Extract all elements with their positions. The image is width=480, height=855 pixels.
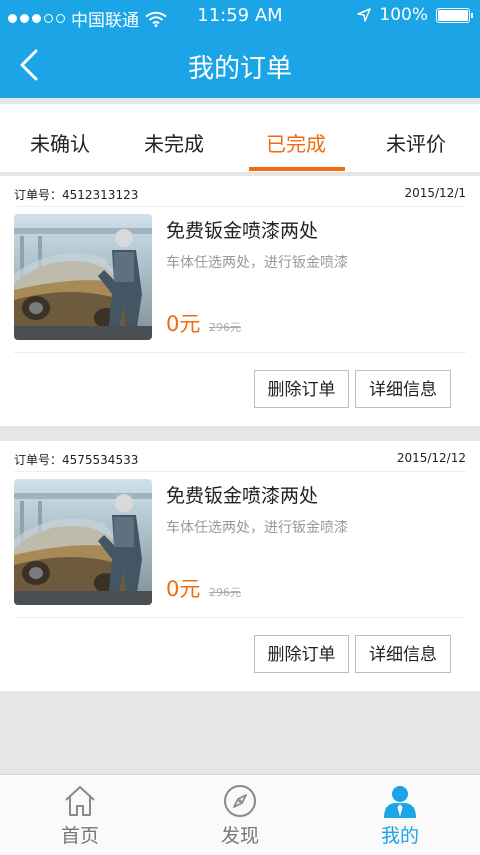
top-bar: 中国联通 11:59 AM 100% 我的订单 [0,0,480,98]
order-header: 订单号：4512313123 2015/12/1 [14,182,466,207]
car-painting-image [14,214,152,340]
order-price: 0元 [166,577,201,601]
battery-icon [436,7,473,23]
nav-bar: 我的订单 [0,36,480,96]
bottom-tab-bar: 首页 发现 我的 [0,774,480,855]
product-thumbnail[interactable] [14,214,152,340]
tab-unreviewed[interactable]: 未评价 [356,128,476,157]
order-number: 订单号：4512313123 [14,188,139,202]
order-status-tabs: 未确认 未完成 已完成 未评价 [0,104,480,173]
active-tab-indicator [249,167,345,171]
battery-percent: 100% [379,5,428,25]
divider [14,352,466,353]
order-number: 订单号：4575534533 [14,453,139,467]
tabbar-label-home: 首页 [60,825,99,847]
order-header: 订单号：4575534533 2015/12/12 [14,447,466,472]
tabbar-label-me: 我的 [380,825,419,847]
tab-incomplete[interactable]: 未完成 [114,128,234,157]
order-card: 订单号：4512313123 2015/12/1 免费钣金喷漆两处 车体任选两处… [0,176,480,426]
product-thumbnail[interactable] [14,479,152,605]
order-card: 订单号：4575534533 2015/12/12 免费钣金喷漆两处 车体任选两… [0,441,480,691]
original-price: 296元 [209,321,241,334]
compass-icon [224,785,256,817]
product-title[interactable]: 免费钣金喷漆两处 [166,481,318,508]
order-price: 0元 [166,312,201,336]
divider [14,617,466,618]
page-title: 我的订单 [187,54,292,84]
delete-order-button[interactable]: 删除订单 [254,635,349,673]
person-icon [384,786,416,818]
tabbar-item-me[interactable]: 我的 [320,775,480,855]
original-price: 296元 [209,586,241,599]
tabbar-label-discover: 发现 [220,825,259,847]
delete-order-button[interactable]: 删除订单 [254,370,349,408]
car-painting-image [14,479,152,605]
location-arrow-icon [357,8,372,22]
tab-completed[interactable]: 已完成 [236,128,356,157]
product-title[interactable]: 免费钣金喷漆两处 [166,216,318,243]
tabbar-item-home[interactable]: 首页 [0,775,160,855]
home-icon [65,786,95,816]
product-description: 车体任选两处，进行钣金喷漆 [166,520,348,536]
tabbar-item-discover[interactable]: 发现 [160,775,320,855]
order-date: 2015/12/12 [396,451,466,465]
tab-unconfirmed[interactable]: 未确认 [0,128,120,157]
order-details-button[interactable]: 详细信息 [355,370,451,408]
product-description: 车体任选两处，进行钣金喷漆 [166,255,348,271]
order-date: 2015/12/1 [404,186,466,200]
status-right: 100% [357,5,473,25]
status-bar: 中国联通 11:59 AM 100% [0,0,480,32]
order-details-button[interactable]: 详细信息 [355,635,451,673]
